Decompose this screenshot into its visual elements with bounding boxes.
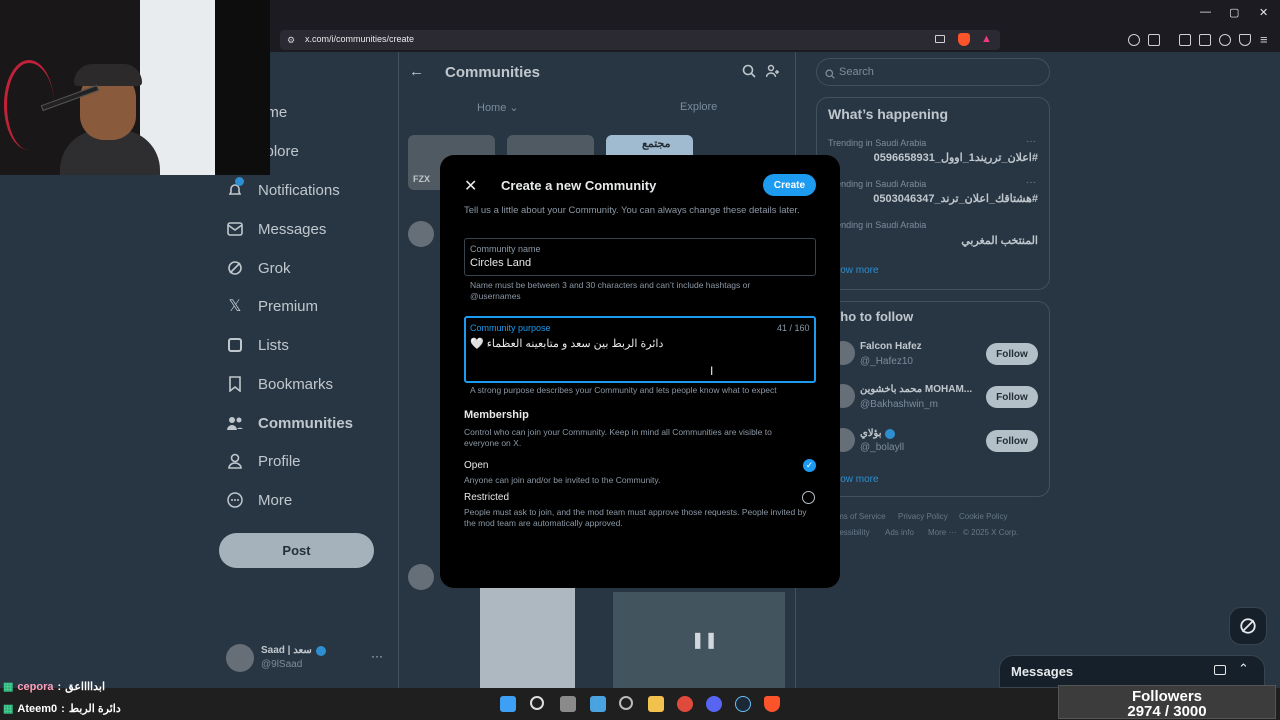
site-settings-icon[interactable]: ⚙ [287,35,295,46]
chat-user: cepora [17,680,54,693]
chat-text: دائرة الربط [68,703,121,715]
character-count: 41 / 160 [777,323,810,333]
obs-icon[interactable] [619,696,633,710]
community-name-value[interactable]: Circles Land [470,257,531,269]
vpn-shield-icon[interactable] [1239,34,1251,46]
dialog-title: Create a new Community [501,178,657,193]
create-button[interactable]: Create [763,174,816,196]
option-restricted-label[interactable]: Restricted [464,492,509,503]
sidebar-toggle-icon[interactable] [1179,34,1191,46]
close-icon[interactable]: ✕ [464,176,477,196]
chat-user: Ateem0 [17,702,58,715]
chat-message: ▦ cepora : ابدااااعق [3,680,106,694]
rewards-icon[interactable]: ▲ [981,33,992,45]
option-open-label[interactable]: Open [464,460,488,471]
membership-title: Membership [464,409,529,421]
followers-count: 2974 / 3000 [1127,703,1207,720]
chat-text: ابدااااعق [65,681,106,693]
maximize-button[interactable]: ▢ [1229,6,1239,19]
messages-drawer[interactable]: Messages ⌃ [999,655,1265,688]
restricted-radio-icon[interactable] [802,491,815,504]
reader-view-icon[interactable] [935,35,945,43]
community-purpose-label: Community purpose [470,323,551,333]
url-text: x.com/i/communities/create [305,34,415,44]
messages-drawer-title: Messages [1011,664,1074,679]
open-radio-checked-icon[interactable]: ✓ [803,459,816,472]
brave-shield-icon[interactable] [958,33,970,46]
wallet-icon[interactable] [1199,34,1211,46]
new-message-icon[interactable] [1214,665,1226,675]
option-restricted-description: People must ask to join, and the mod tea… [464,507,807,528]
community-purpose-help: A strong purpose describes your Communit… [470,385,777,395]
community-name-help: Name must be between 3 and 30 characters… [470,280,751,301]
steam-icon[interactable] [735,696,751,712]
tab-manager-icon[interactable] [1148,34,1160,46]
membership-description: Control who can join your Community. Kee… [464,427,772,448]
grok-icon [1240,618,1256,634]
community-name-label: Community name [470,244,541,254]
expand-icon[interactable]: ⌃ [1238,661,1249,677]
followers-goal-widget: Followers 2974 / 3000 [1058,685,1276,719]
extensions-icon[interactable] [1128,34,1140,46]
search-icon[interactable] [530,696,544,710]
file-explorer-icon[interactable] [648,696,664,712]
chat-message: ▦ Ateem0 : دائرة الربط [3,702,121,716]
followers-label: Followers [1131,688,1202,705]
start-menu-icon[interactable] [500,696,516,712]
kick-icon: ▦ [3,681,14,693]
menu-icon[interactable]: ≡ [1260,32,1268,47]
brave-browser-icon[interactable] [764,696,780,712]
close-window-button[interactable]: ✕ [1259,6,1268,19]
task-view-icon[interactable] [560,696,576,712]
kick-icon: ▦ [3,703,14,715]
grok-button[interactable] [1229,607,1267,645]
store-icon[interactable] [590,696,606,712]
community-purpose-value[interactable]: دائرة الربط بين سعد و متابعينه العظماء 🤍 [470,337,670,350]
leo-ai-icon[interactable] [1219,34,1231,46]
minimize-button[interactable]: — [1200,6,1211,18]
text-cursor-icon: I [710,364,714,378]
chrome-icon[interactable] [677,696,693,712]
discord-icon[interactable] [706,696,722,712]
webcam-overlay [0,0,270,175]
dialog-intro: Tell us a little about your Community. Y… [464,205,800,216]
option-open-description: Anyone can join and/or be invited to the… [464,475,661,485]
